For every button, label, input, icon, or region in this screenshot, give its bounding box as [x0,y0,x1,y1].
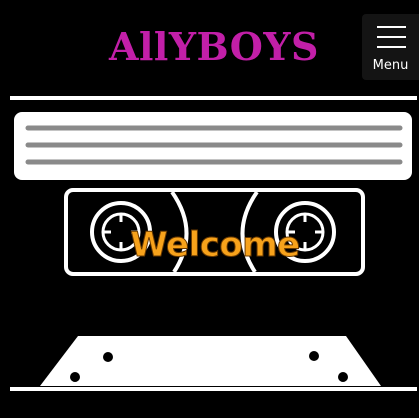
welcome-heading: Welcome [130,225,301,266]
cassette-base [40,336,381,386]
cassette-label-strip [14,112,412,180]
divider-bottom [10,387,417,391]
cassette-illustration [14,112,412,386]
